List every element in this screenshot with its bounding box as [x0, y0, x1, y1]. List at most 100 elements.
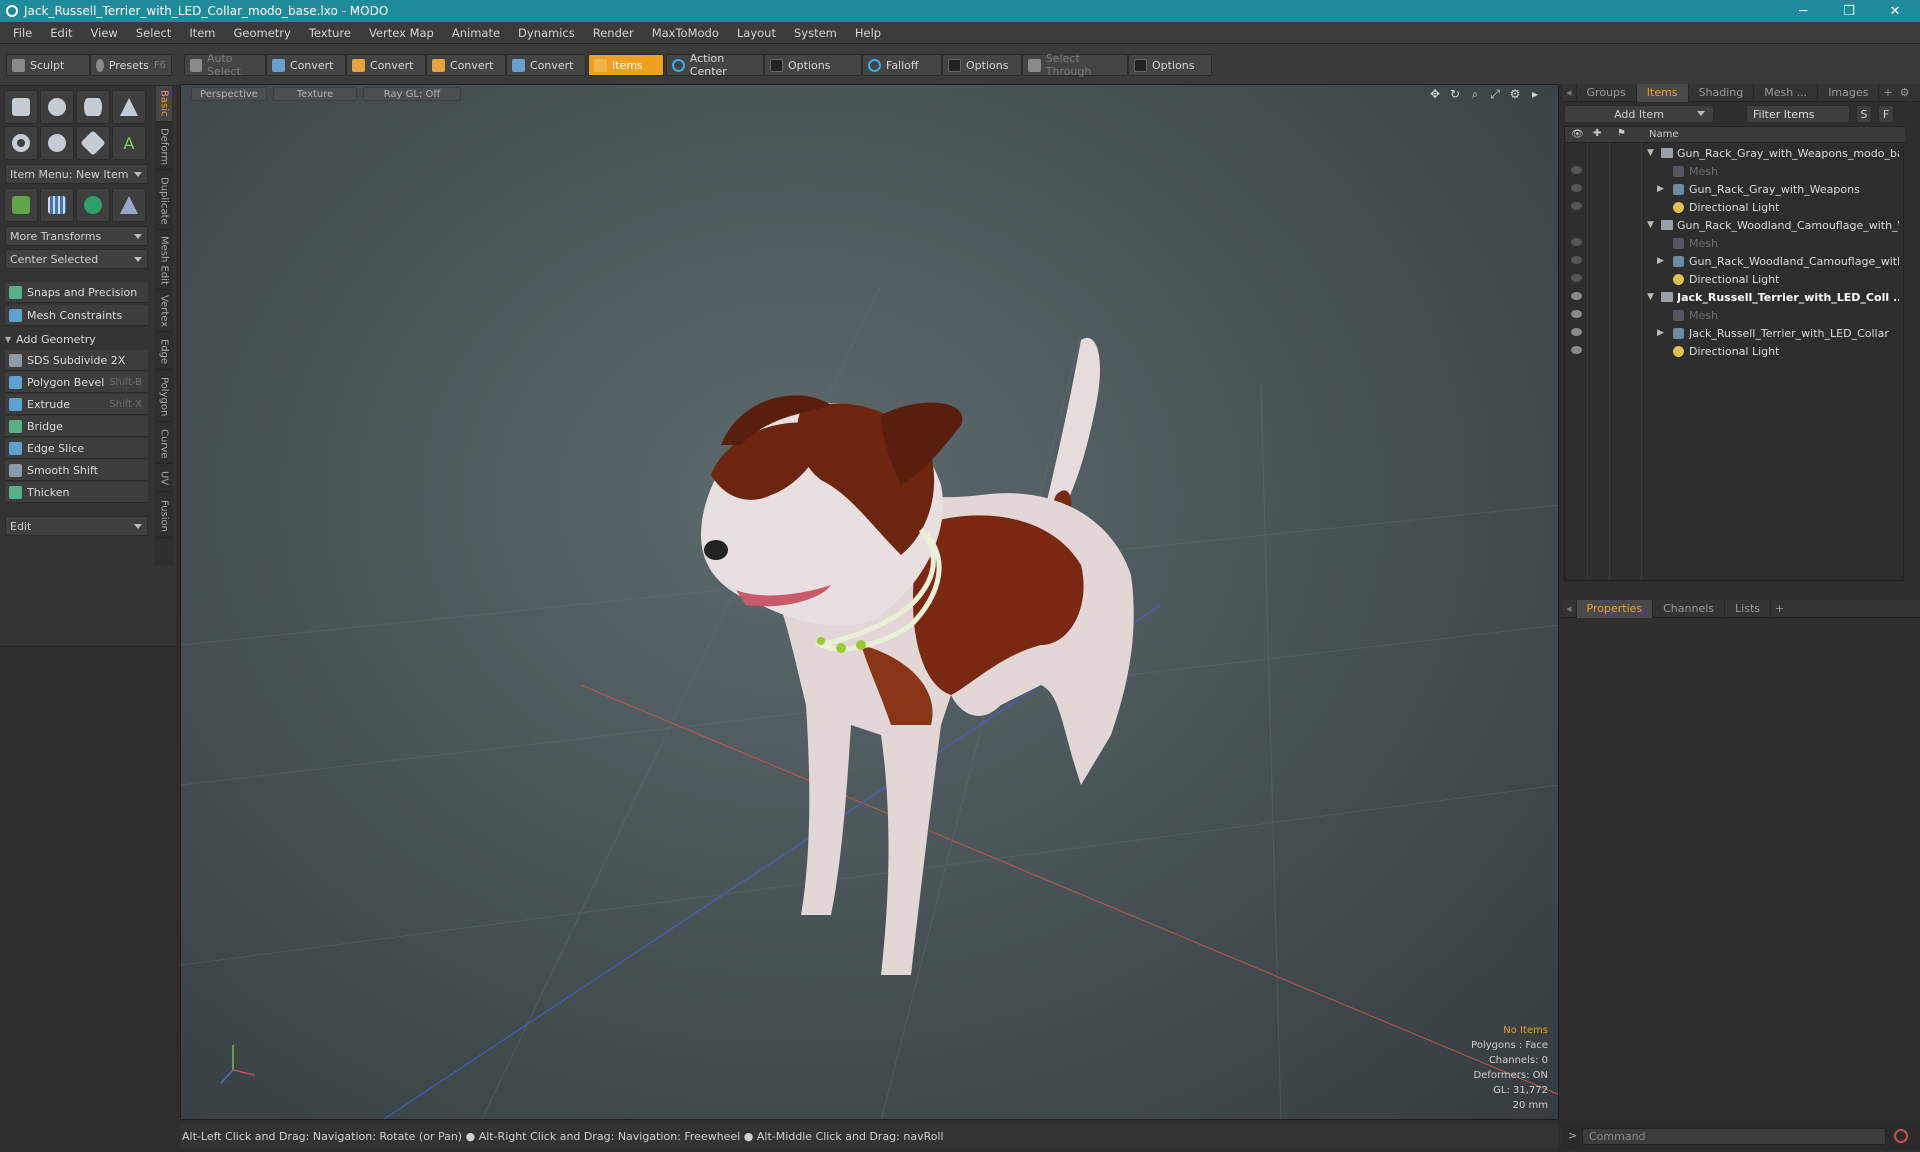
3d-viewport[interactable]: Perspective Texture Ray GL: Off ✥ ↻ ⌕ ⤢ … — [180, 84, 1559, 1120]
tree-row-group[interactable]: ▼ Gun_Rack_Gray_with_Weapons_modo_ba ... — [1565, 144, 1905, 162]
pan-icon[interactable]: ✥ — [1428, 87, 1442, 101]
s-button[interactable]: S — [1856, 105, 1872, 123]
tab-images[interactable]: Images — [1818, 83, 1880, 102]
command-input[interactable]: Command — [1582, 1128, 1886, 1145]
auto-select-button[interactable]: Auto Select — [184, 52, 266, 78]
menu-render[interactable]: Render — [584, 26, 643, 40]
globe-button[interactable] — [76, 188, 110, 222]
maximize-button[interactable]: ❐ — [1826, 0, 1872, 22]
grid-button[interactable] — [40, 188, 74, 222]
edge-slice-button[interactable]: Edge Slice — [5, 438, 148, 459]
add-tab-icon[interactable]: + — [1771, 600, 1788, 618]
convert-button-3[interactable]: Convert — [426, 54, 506, 76]
menu-view[interactable]: View — [82, 26, 127, 40]
tab-curve[interactable]: Curve — [156, 424, 172, 464]
raygl-button[interactable]: Ray GL: Off — [363, 87, 461, 101]
thicken-button[interactable]: Thicken — [5, 482, 148, 503]
falloff-button[interactable]: Falloff — [862, 54, 942, 76]
shading-mode-button[interactable]: Texture — [273, 87, 357, 101]
add-item-dropdown[interactable]: Add Item — [1564, 105, 1714, 123]
jack-russell-model[interactable] — [701, 337, 1134, 975]
edit-dropdown[interactable]: Edit — [5, 516, 148, 536]
menu-help[interactable]: Help — [846, 26, 890, 40]
filter-items-input[interactable]: Filter Items — [1746, 105, 1850, 123]
torus-button[interactable] — [4, 126, 38, 160]
tab-edge[interactable]: Edge — [156, 334, 172, 370]
convert-button-2[interactable]: Convert — [346, 54, 426, 76]
eye-icon[interactable]: 👁 — [1571, 129, 1584, 140]
menu-vertex-map[interactable]: Vertex Map — [360, 26, 443, 40]
text-button[interactable]: A — [112, 126, 146, 160]
gear-icon[interactable]: ⚙ — [1508, 87, 1522, 101]
pin-icon[interactable]: ⚑ — [1617, 128, 1626, 139]
minimize-button[interactable]: ─ — [1780, 0, 1826, 22]
tab-properties[interactable]: Properties — [1576, 599, 1654, 618]
menu-file[interactable]: File — [4, 26, 41, 40]
cylinder-button[interactable] — [76, 90, 110, 124]
pen-button[interactable] — [76, 126, 110, 160]
tree-row-light[interactable]: Directional Light — [1565, 342, 1905, 360]
mesh-constraints-button[interactable]: Mesh Constraints — [5, 305, 148, 326]
menu-select[interactable]: Select — [127, 26, 180, 40]
play-icon[interactable]: ▸ — [1528, 87, 1542, 101]
tab-basic[interactable]: Basic — [156, 86, 172, 122]
bridge-button[interactable]: Bridge — [5, 416, 148, 437]
tab-uv[interactable]: UV — [156, 466, 172, 492]
tab-mesh[interactable]: Mesh ... — [1754, 83, 1819, 102]
action-center-button[interactable]: Action Center — [666, 52, 764, 78]
more-transforms-dropdown[interactable]: More Transforms — [5, 226, 148, 246]
tab-mesh-edit[interactable]: Mesh Edit — [156, 232, 172, 290]
name-column-header[interactable]: Name — [1649, 129, 1679, 140]
tree-row-mesh[interactable]: ▶ Gun_Rack_Gray_with_Weapons — [1565, 180, 1905, 198]
rotate-icon[interactable]: ↻ — [1448, 87, 1462, 101]
polygon-bevel-button[interactable]: Polygon Bevel Shift-B — [5, 372, 148, 393]
view-mode-button[interactable]: Perspective — [191, 87, 267, 101]
extrude-button[interactable]: Extrude Shift-X — [5, 394, 148, 415]
zoom-icon[interactable]: ⌕ — [1468, 87, 1482, 101]
tab-items[interactable]: Items — [1636, 83, 1689, 102]
menu-dynamics[interactable]: Dynamics — [509, 26, 584, 40]
tree-row-mesh[interactable]: ▶ Jack_Russell_Terrier_with_LED_Collar — [1565, 324, 1905, 342]
options-button-2[interactable]: Options — [942, 54, 1022, 76]
tab-lists[interactable]: Lists — [1725, 599, 1771, 618]
tree-row-light[interactable]: Directional Light — [1565, 270, 1905, 288]
items-mode-button[interactable]: Items — [588, 54, 664, 76]
center-selected-dropdown[interactable]: Center Selected — [5, 249, 148, 269]
tab-shading[interactable]: Shading — [1689, 83, 1755, 102]
close-button[interactable]: ✕ — [1872, 0, 1918, 22]
cube-button[interactable] — [4, 90, 38, 124]
menu-system[interactable]: System — [785, 26, 846, 40]
transform-button[interactable] — [4, 188, 38, 222]
f-button[interactable]: F — [1878, 105, 1894, 123]
menu-texture[interactable]: Texture — [300, 26, 360, 40]
tree-row-mesh[interactable]: Mesh — [1565, 306, 1905, 324]
tab-vertex[interactable]: Vertex — [156, 292, 172, 332]
tree-row-mesh[interactable]: Mesh — [1565, 234, 1905, 252]
add-tab-icon[interactable]: + — [1879, 84, 1896, 102]
menu-animate[interactable]: Animate — [443, 26, 509, 40]
tab-groups[interactable]: Groups — [1577, 83, 1637, 102]
fit-icon[interactable]: ⤢ — [1488, 87, 1502, 101]
panel-menu-icon[interactable]: ◂ — [1562, 83, 1577, 102]
options-button-3[interactable]: Options — [1128, 54, 1212, 76]
menu-item[interactable]: Item — [180, 26, 224, 40]
tree-row-light[interactable]: Directional Light — [1565, 198, 1905, 216]
presets-button[interactable]: Presets F6 — [90, 54, 172, 76]
item-menu-dropdown[interactable]: Item Menu: New Item — [5, 164, 148, 184]
menu-maxtomodo[interactable]: MaxToModo — [643, 26, 728, 40]
smooth-shift-button[interactable]: Smooth Shift — [5, 460, 148, 481]
tab-channels[interactable]: Channels — [1653, 599, 1726, 618]
add-geometry-section[interactable]: ▼ Add Geometry — [5, 330, 148, 348]
options-button-1[interactable]: Options — [764, 54, 862, 76]
sds-subdivide-button[interactable]: SDS Subdivide 2X — [5, 350, 148, 371]
tab-polygon[interactable]: Polygon — [156, 372, 172, 422]
menu-layout[interactable]: Layout — [728, 26, 785, 40]
sphere-button[interactable] — [40, 90, 74, 124]
pyramid-button[interactable] — [112, 188, 146, 222]
cone-button[interactable] — [112, 90, 146, 124]
tree-row-group[interactable]: ▼ Jack_Russell_Terrier_with_LED_Coll ... — [1565, 288, 1905, 306]
menu-edit[interactable]: Edit — [41, 26, 81, 40]
menu-geometry[interactable]: Geometry — [225, 26, 300, 40]
tab-deform[interactable]: Deform — [156, 124, 172, 170]
panel-menu-icon[interactable]: ◂ — [1562, 599, 1577, 618]
